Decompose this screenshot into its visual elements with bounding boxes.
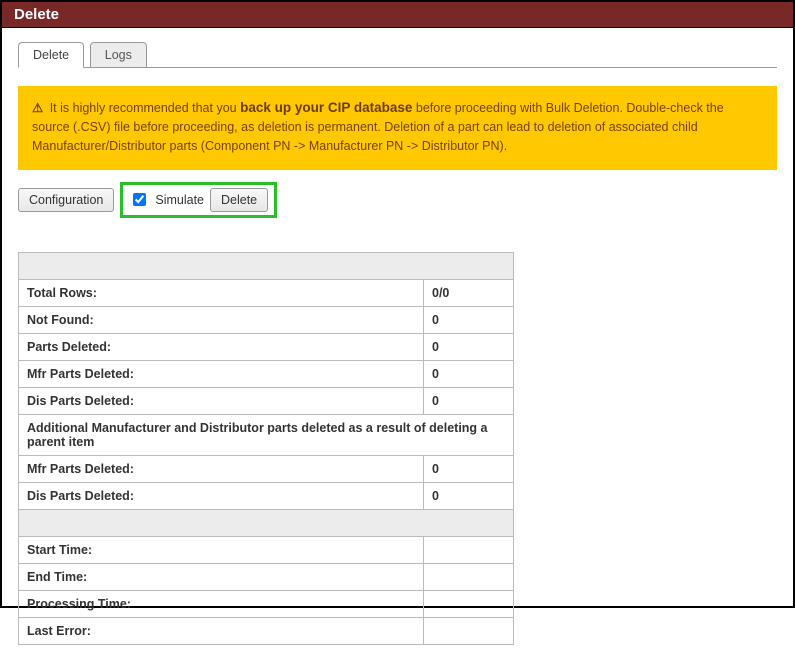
- warning-text-bold: back up your CIP database: [240, 100, 412, 115]
- last-error-label: Last Error:: [19, 617, 424, 644]
- warning-text-pre: It is highly recommended that you: [50, 101, 240, 115]
- page-title: Delete: [2, 2, 793, 28]
- tab-delete[interactable]: Delete: [18, 42, 84, 68]
- mfr-parts-deleted2-value: 0: [424, 455, 514, 482]
- warning-icon: ⚠: [32, 101, 43, 115]
- additional-note: Additional Manufacturer and Distributor …: [19, 414, 514, 455]
- dis-parts-deleted-label: Dis Parts Deleted:: [19, 387, 424, 414]
- simulate-checkbox[interactable]: [133, 193, 146, 206]
- parts-deleted-value: 0: [424, 333, 514, 360]
- start-time-value: [424, 536, 514, 563]
- delete-button[interactable]: Delete: [210, 188, 268, 212]
- parts-deleted-label: Parts Deleted:: [19, 333, 424, 360]
- tab-logs[interactable]: Logs: [90, 42, 147, 68]
- tabs: Delete Logs: [18, 42, 793, 68]
- dis-parts-deleted-value: 0: [424, 387, 514, 414]
- end-time-value: [424, 563, 514, 590]
- mfr-parts-deleted2-label: Mfr Parts Deleted:: [19, 455, 424, 482]
- configuration-button[interactable]: Configuration: [18, 188, 114, 212]
- mfr-parts-deleted-label: Mfr Parts Deleted:: [19, 360, 424, 387]
- processing-time-value: [424, 590, 514, 617]
- tabs-divider: [18, 67, 777, 68]
- start-time-label: Start Time:: [19, 536, 424, 563]
- mfr-parts-deleted-value: 0: [424, 360, 514, 387]
- stats-header-blank: [19, 252, 514, 279]
- last-error-value: [424, 617, 514, 644]
- controls-row: Configuration Simulate Delete: [18, 182, 777, 218]
- end-time-label: End Time:: [19, 563, 424, 590]
- simulate-delete-highlight: Simulate Delete: [120, 182, 277, 218]
- warning-banner: ⚠ It is highly recommended that you back…: [18, 86, 777, 170]
- total-rows-label: Total Rows:: [19, 279, 424, 306]
- simulate-label: Simulate: [155, 193, 204, 207]
- total-rows-value: 0/0: [424, 279, 514, 306]
- processing-time-label: Processing Time:: [19, 590, 424, 617]
- not-found-label: Not Found:: [19, 306, 424, 333]
- dis-parts-deleted2-label: Dis Parts Deleted:: [19, 482, 424, 509]
- stats-divider-blank: [19, 509, 514, 536]
- not-found-value: 0: [424, 306, 514, 333]
- dis-parts-deleted2-value: 0: [424, 482, 514, 509]
- stats-table: Total Rows: 0/0 Not Found: 0 Parts Delet…: [18, 252, 514, 645]
